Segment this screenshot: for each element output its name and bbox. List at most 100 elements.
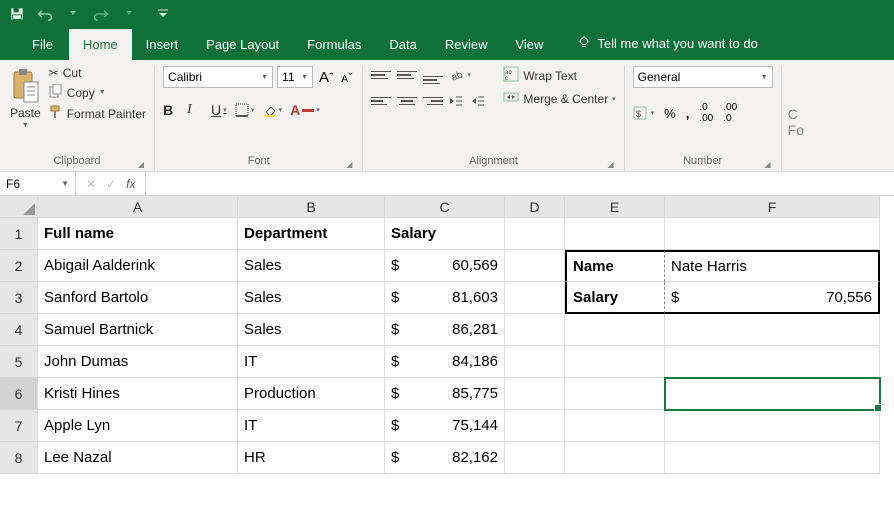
font-color-button[interactable]: A▾ — [290, 102, 320, 118]
cell-d1[interactable] — [505, 218, 565, 250]
cell-e4[interactable] — [565, 314, 665, 346]
enter-formula-icon[interactable]: ✓ — [106, 177, 116, 191]
cell-b4[interactable]: Sales — [238, 314, 385, 346]
accounting-format-button[interactable]: $▾ — [633, 106, 655, 120]
cell-e8[interactable] — [565, 442, 665, 474]
increase-font-button[interactable]: Aˆ — [317, 69, 335, 86]
align-middle-button[interactable] — [397, 66, 417, 84]
cell-d2[interactable] — [505, 250, 565, 282]
save-icon[interactable] — [8, 5, 26, 23]
cell-a8[interactable]: Lee Nazal — [38, 442, 238, 474]
undo-icon[interactable] — [36, 5, 54, 23]
cell-d4[interactable] — [505, 314, 565, 346]
italic-button[interactable]: I — [187, 102, 203, 118]
merge-center-button[interactable]: Merge & Center ▾ — [503, 89, 615, 108]
cell-f7[interactable] — [665, 410, 880, 442]
cell-e2[interactable]: Name — [565, 250, 665, 282]
cell-b6[interactable]: Production — [238, 378, 385, 410]
row-header-5[interactable]: 5 — [0, 346, 38, 378]
cell-e6[interactable] — [565, 378, 665, 410]
tab-data[interactable]: Data — [375, 29, 430, 60]
align-bottom-button[interactable] — [423, 66, 443, 84]
cell-c1[interactable]: Salary — [385, 218, 505, 250]
redo-dropdown-icon[interactable] — [120, 5, 138, 23]
decrease-font-button[interactable]: Aˇ — [339, 70, 354, 85]
tab-formulas[interactable]: Formulas — [293, 29, 375, 60]
copy-dropdown-icon[interactable]: ▼ — [99, 89, 106, 96]
cancel-formula-icon[interactable]: ✕ — [86, 177, 96, 191]
wrap-text-button[interactable]: abc Wrap Text — [503, 66, 615, 85]
tab-home[interactable]: Home — [69, 29, 132, 60]
percent-format-button[interactable]: % — [664, 106, 676, 121]
increase-indent-button[interactable] — [471, 94, 487, 108]
fill-color-button[interactable]: ▾ — [263, 103, 283, 117]
cell-a3[interactable]: Sanford Bartolo — [38, 282, 238, 314]
cell-f5[interactable] — [665, 346, 880, 378]
cell-e1[interactable] — [565, 218, 665, 250]
cell-a4[interactable]: Samuel Bartnick — [38, 314, 238, 346]
copy-button[interactable]: Copy ▼ — [49, 84, 146, 101]
cell-d5[interactable] — [505, 346, 565, 378]
underline-button[interactable]: U▾ — [211, 102, 227, 118]
decrease-indent-button[interactable] — [449, 94, 465, 108]
worksheet-grid[interactable]: A B C D E F 1 Full name Department Salar… — [0, 196, 894, 474]
cell-c6[interactable]: 85,775 — [385, 378, 505, 410]
row-header-2[interactable]: 2 — [0, 250, 38, 282]
cell-a1[interactable]: Full name — [38, 218, 238, 250]
cell-c7[interactable]: 75,144 — [385, 410, 505, 442]
cell-a2[interactable]: Abigail Aalderink — [38, 250, 238, 282]
cell-d6[interactable] — [505, 378, 565, 410]
paste-button[interactable]: Paste ▼ — [8, 66, 43, 131]
cut-button[interactable]: ✂ Cut — [49, 66, 146, 80]
cell-b3[interactable]: Sales — [238, 282, 385, 314]
decrease-decimal-button[interactable]: .00.0 — [723, 102, 737, 124]
font-size-select[interactable]: 11 ▼ — [277, 66, 313, 88]
cell-a5[interactable]: John Dumas — [38, 346, 238, 378]
cell-f8[interactable] — [665, 442, 880, 474]
col-header-e[interactable]: E — [565, 196, 665, 218]
col-header-d[interactable]: D — [505, 196, 565, 218]
row-header-7[interactable]: 7 — [0, 410, 38, 442]
bold-button[interactable]: B — [163, 102, 179, 118]
cell-a7[interactable]: Apple Lyn — [38, 410, 238, 442]
cell-c5[interactable]: 84,186 — [385, 346, 505, 378]
col-header-a[interactable]: A — [38, 196, 238, 218]
tab-page-layout[interactable]: Page Layout — [192, 29, 293, 60]
cell-a6[interactable]: Kristi Hines — [38, 378, 238, 410]
formula-input[interactable] — [146, 172, 894, 195]
cell-f3[interactable]: 70,556 — [665, 282, 880, 314]
align-left-button[interactable] — [371, 92, 391, 110]
comma-format-button[interactable]: , — [686, 106, 690, 121]
tab-view[interactable]: View — [501, 29, 557, 60]
format-painter-button[interactable]: Format Painter — [49, 105, 146, 122]
insert-function-icon[interactable]: fx — [126, 177, 135, 191]
row-header-6[interactable]: 6 — [0, 378, 38, 410]
tab-file[interactable]: File — [16, 29, 69, 60]
align-right-button[interactable] — [423, 92, 443, 110]
cell-d3[interactable] — [505, 282, 565, 314]
borders-button[interactable]: ▾ — [235, 103, 255, 117]
cell-b7[interactable]: IT — [238, 410, 385, 442]
tab-insert[interactable]: Insert — [132, 29, 193, 60]
align-center-button[interactable] — [397, 92, 417, 110]
tab-review[interactable]: Review — [431, 29, 502, 60]
cell-c3[interactable]: 81,603 — [385, 282, 505, 314]
col-header-b[interactable]: B — [238, 196, 385, 218]
row-header-8[interactable]: 8 — [0, 442, 38, 474]
select-all-corner[interactable] — [0, 196, 38, 218]
cell-b8[interactable]: HR — [238, 442, 385, 474]
cell-e5[interactable] — [565, 346, 665, 378]
cell-e3[interactable]: Salary — [565, 282, 665, 314]
align-top-button[interactable] — [371, 66, 391, 84]
cell-e7[interactable] — [565, 410, 665, 442]
number-format-select[interactable]: General ▼ — [633, 66, 773, 88]
name-box[interactable]: F6 ▼ — [0, 172, 76, 195]
cell-d7[interactable] — [505, 410, 565, 442]
cell-b5[interactable]: IT — [238, 346, 385, 378]
orientation-button[interactable]: ab▾ — [449, 67, 471, 83]
increase-decimal-button[interactable]: .0.00 — [699, 102, 713, 124]
cell-c2[interactable]: 60,569 — [385, 250, 505, 282]
cell-f4[interactable] — [665, 314, 880, 346]
font-name-select[interactable]: Calibri ▼ — [163, 66, 273, 88]
cell-c8[interactable]: 82,162 — [385, 442, 505, 474]
